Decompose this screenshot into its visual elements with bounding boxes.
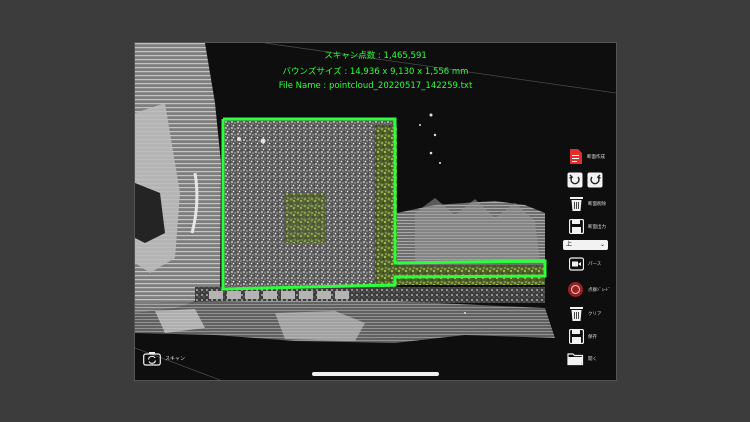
open-label: 開く bbox=[588, 357, 597, 362]
scan-points-label: スキャン点数 : 1,465,591 bbox=[324, 51, 427, 61]
redo-icon[interactable] bbox=[587, 172, 603, 188]
scan-label: スキャン bbox=[165, 356, 186, 362]
output-section-button[interactable]: 断面出力 bbox=[569, 219, 606, 234]
home-indicator[interactable] bbox=[312, 372, 439, 376]
open-button[interactable]: 開く bbox=[567, 352, 597, 366]
app-window: スキャン点数 : 1,465,591 バウンズサイズ : 14,936 x 9,… bbox=[134, 42, 617, 381]
create-section-label: 断面作成 bbox=[587, 154, 605, 160]
save-icon bbox=[569, 219, 584, 234]
chevron-down-icon: ⌄ bbox=[599, 242, 605, 248]
trash-icon bbox=[570, 307, 583, 321]
save-button[interactable]: 保存 bbox=[569, 329, 597, 344]
video-camera-icon bbox=[569, 257, 584, 271]
clear-button[interactable]: クリア bbox=[569, 305, 602, 322]
view-select-value: 上 bbox=[566, 242, 573, 248]
undo-redo-group bbox=[567, 172, 603, 188]
trash-icon bbox=[570, 197, 583, 211]
perspective-label: パース bbox=[588, 262, 602, 267]
save-icon bbox=[569, 329, 584, 344]
clear-label: クリア bbox=[588, 311, 602, 317]
perspective-button[interactable]: パース bbox=[569, 257, 601, 271]
point-cloud-view[interactable] bbox=[135, 43, 616, 380]
point-cloud-mode-button[interactable]: 点群ｼﾞｮｰﾄﾞ bbox=[567, 281, 611, 298]
output-section-label: 断面出力 bbox=[588, 224, 606, 230]
delete-section-label: 断面削除 bbox=[588, 201, 606, 207]
scan-button[interactable]: スキャン bbox=[143, 351, 185, 366]
bounds-size-label: バウンズサイズ : 14,936 x 9,130 x 1,556 mm bbox=[282, 67, 469, 77]
camera-rotate-icon bbox=[143, 352, 161, 366]
file-name-label: File Name : pointcloud_20220517_142259.t… bbox=[278, 81, 473, 91]
delete-section-button[interactable]: 断面削除 bbox=[569, 195, 606, 212]
point-cloud-mode-label: 点群ｼﾞｮｰﾄﾞ bbox=[588, 287, 611, 293]
view-select[interactable]: 上 ⌄ bbox=[563, 240, 608, 250]
point-cloud-mode-icon bbox=[568, 282, 583, 297]
undo-icon[interactable] bbox=[567, 172, 583, 188]
create-section-button[interactable]: 断面作成 bbox=[569, 148, 605, 165]
folder-icon bbox=[567, 353, 584, 366]
red-document-icon bbox=[570, 149, 582, 164]
save-label: 保存 bbox=[588, 334, 597, 340]
